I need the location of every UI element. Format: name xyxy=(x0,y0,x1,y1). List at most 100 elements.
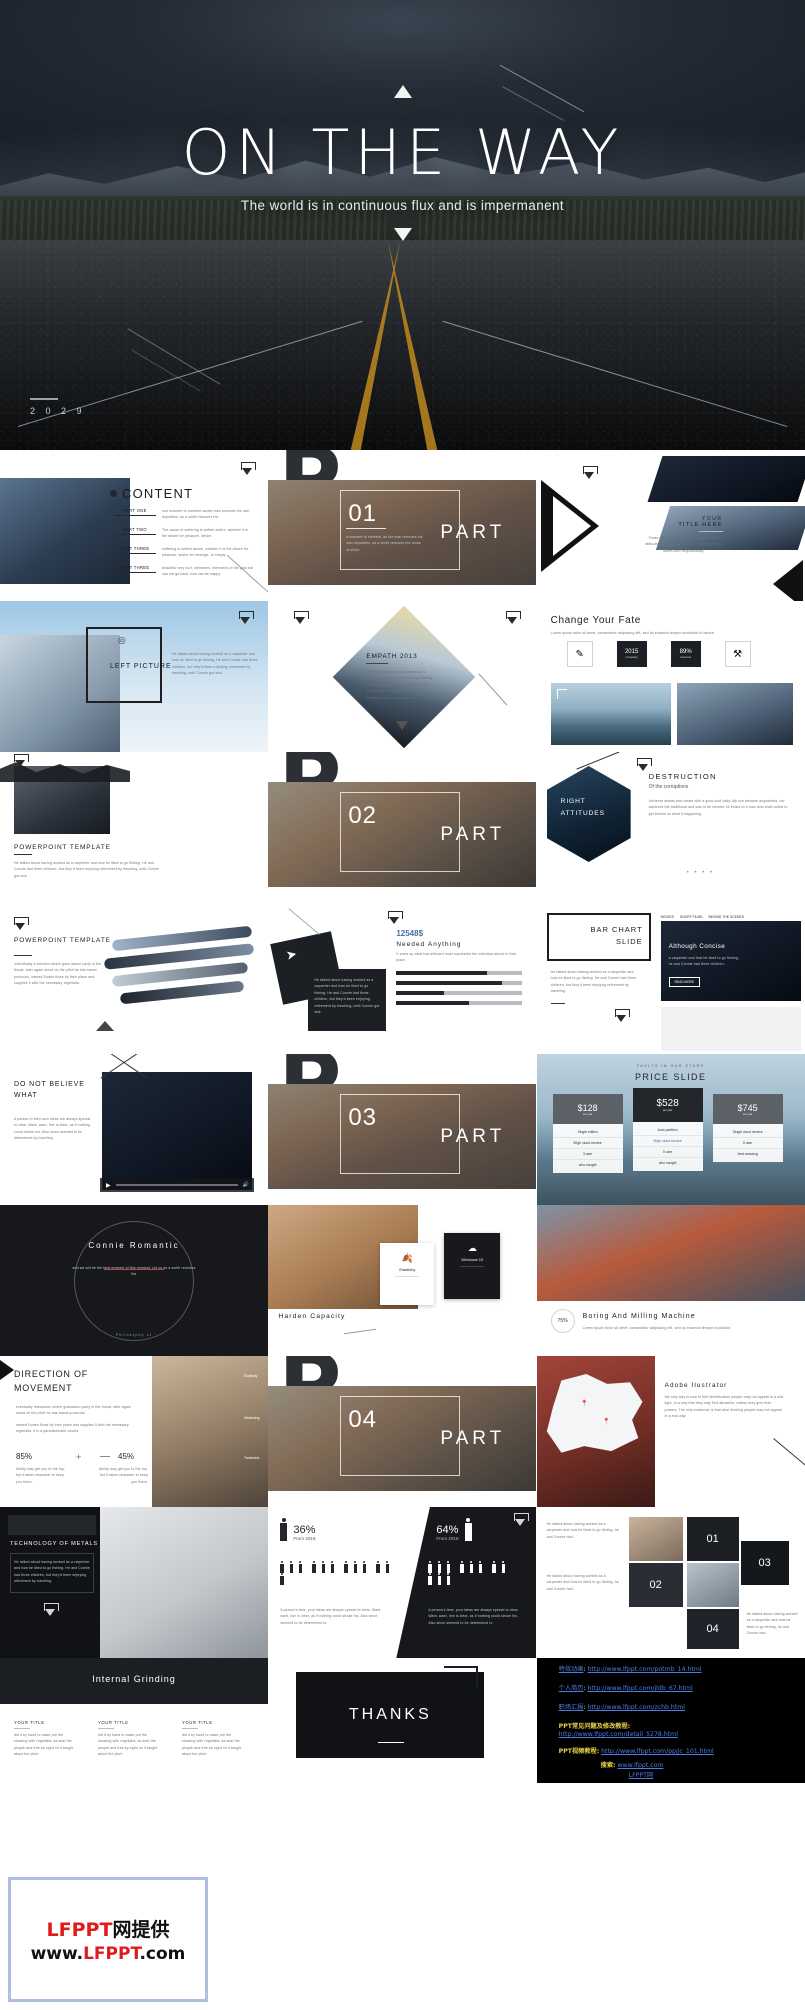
diamond-icon xyxy=(44,1603,59,1616)
slide-row-5: DO NOT BELIEVE WHAT A person in their ow… xyxy=(0,1054,805,1205)
read-more-button[interactable]: READ MORE xyxy=(668,977,700,987)
tab-short-films[interactable]: SHORT FILMS xyxy=(680,915,703,919)
diamond-icon xyxy=(241,462,257,475)
slide-price[interactable]: FAULTS IN OUR STARS PRICE SLIDE $128 per… xyxy=(536,1054,805,1205)
volume-icon[interactable]: 🔊 xyxy=(243,1182,254,1188)
harden-card-1[interactable]: 🍂 Elastichy xyxy=(380,1243,435,1305)
cube-number-1: 01 xyxy=(686,1517,739,1561)
stat-success[interactable]: 89% success xyxy=(670,641,701,667)
camera-icon: ◎ xyxy=(118,635,126,645)
link-row-2[interactable]: 个人简历: http://www.lfppt.com/jldb_67.html xyxy=(559,1685,693,1693)
brand-line2-red: LFPPT xyxy=(83,1944,140,1964)
slide-part-03[interactable]: P 03 PART xyxy=(268,1054,537,1205)
direction-stat-2-text: Ability may get you to the top, but it t… xyxy=(98,1467,148,1484)
faq-row[interactable]: PPT常见问题及修改教程: http://www.lfppt.com/detai… xyxy=(559,1723,678,1740)
slide-thanks[interactable]: THANKS xyxy=(268,1658,537,1783)
price-per: per year xyxy=(582,1112,593,1116)
slide-content[interactable]: CONTENT PART ONE rom moment to moment ca… xyxy=(0,450,269,601)
hero-road xyxy=(0,240,805,450)
stat-year[interactable]: 2015 company xyxy=(616,641,647,667)
map-pin-icon[interactable]: 📍 xyxy=(603,1418,610,1425)
faq-label: PPT常见问题及修改教程: xyxy=(558,1723,631,1730)
destruction-pager[interactable]: • • • • xyxy=(687,870,714,876)
slide-bar-chart[interactable]: BAR CHART SLIDE He talked about having w… xyxy=(536,903,805,1054)
slide-row-8: TECHNOLOGY OF METALS He talked about hav… xyxy=(0,1507,805,1658)
tab-behind-scenes[interactable]: BEHIND THE SCENES xyxy=(709,915,744,919)
connie-caption: Philosophy of xyxy=(116,1333,152,1337)
play-icon[interactable]: ▶ xyxy=(106,1182,111,1189)
search-site-row[interactable]: LFPPT网 xyxy=(629,1772,653,1780)
harden-title: Harden Capacity xyxy=(278,1313,346,1320)
harden-card-2[interactable]: ☁ Windows 10 xyxy=(444,1233,501,1299)
slide-part-02[interactable]: P 02 PART xyxy=(268,752,537,903)
slide-map[interactable]: 📍 📍 Adobe Ilustrator the only way is how… xyxy=(536,1356,805,1507)
hero-year: 2 0 2 9 xyxy=(30,398,86,416)
link-label[interactable]: 个人简历 xyxy=(559,1685,584,1692)
slide-powerpoint-2[interactable]: POWERPOINT TEMPLATE Individually a funct… xyxy=(0,903,269,1054)
grinding-head: YOUR TITLE xyxy=(14,1720,45,1725)
video-label: PPT视频教程: xyxy=(558,1748,600,1755)
tools-icon[interactable]: ⚒ xyxy=(724,641,751,667)
list-item[interactable]: PART ONE rom moment to moment cavize man… xyxy=(114,508,262,521)
link-label[interactable]: 职场汇报 xyxy=(559,1704,584,1711)
slide-empath[interactable]: EMPATH 2013 He talked about having worke… xyxy=(268,601,537,752)
slide-harden[interactable]: 🍂 Elastichy ☁ Windows 10 Harden Capacity xyxy=(268,1205,537,1356)
video-url[interactable]: http://www.lfppt.com/ppjjc_101.html xyxy=(601,1748,714,1755)
slide-tech-metals[interactable]: TECHNOLOGY OF METALS He talked about hav… xyxy=(0,1507,269,1658)
decor-streak xyxy=(576,752,620,770)
list-item[interactable]: PART THREE suffering is selfish desire, … xyxy=(114,546,262,559)
slide-part-01[interactable]: P 01 a moment to moment, as the man remo… xyxy=(268,450,537,601)
slide-cube[interactable]: He talked about having worked as a carpe… xyxy=(536,1507,805,1658)
search-row[interactable]: 搜索: www.lfppt.com xyxy=(601,1762,664,1770)
slide-needed-anything[interactable]: ➤ He talked about having worked as a car… xyxy=(268,903,537,1054)
slide-connie[interactable]: Connie Romantic and we will be the best … xyxy=(0,1205,269,1356)
slide-direction[interactable]: DIRECTION OF MOVEMENT eventually interac… xyxy=(0,1356,269,1507)
brand-line2-a: www. xyxy=(30,1944,84,1964)
slide-boring-milling[interactable]: 75% Boring And Milling Machine Lorem ips… xyxy=(536,1205,805,1356)
diamond-icon xyxy=(636,758,652,771)
cube-number-2: 02 xyxy=(628,1563,683,1607)
tech-metals-body: He talked about having worked as a carpe… xyxy=(14,1560,90,1584)
cube-body-2: He talked about having worked as a carpe… xyxy=(546,1574,619,1591)
part-word: PART xyxy=(440,824,506,845)
slide-stats-people[interactable]: 36% From 2016 A person's time, your idea… xyxy=(268,1507,537,1658)
do-not-believe-body: A person in their own ideas are always s… xyxy=(14,1117,91,1141)
slide-right-attitudes[interactable]: RIGHT ATTITUDES DESTRUCTION Of the corru… xyxy=(536,752,805,903)
diamond-icon xyxy=(14,917,29,930)
slide-left-picture[interactable]: ◎ LEFT PICTURE He talked about having wo… xyxy=(0,601,269,752)
link-label[interactable]: 特效动画 xyxy=(559,1666,584,1673)
slide-change-fate[interactable]: Change Your Fate Lorem ipsum dolor sit a… xyxy=(536,601,805,752)
faq-url[interactable]: http://www.lfppt.com/detail_5278.html xyxy=(559,1731,678,1739)
price-card[interactable]: $745 per year Single cloud service 5 use… xyxy=(712,1094,783,1173)
price-per: per year xyxy=(742,1112,753,1116)
boring-percent: 75% xyxy=(550,1309,575,1333)
slide-your-title[interactable]: YOUR TITLE HERE Those who adhere to the … xyxy=(536,450,805,601)
search-site[interactable]: LFPPT网 xyxy=(629,1772,653,1779)
pen-icon[interactable]: ✎ xyxy=(566,641,593,667)
diamond-icon xyxy=(239,611,255,624)
slide-powerpoint-1[interactable]: POWERPOINT TEMPLATE He talked about havi… xyxy=(0,752,269,903)
map-pin-icon[interactable]: 📍 xyxy=(581,1400,588,1407)
slide-internal-grinding[interactable]: Internal Grinding YOUR TITLE did it by h… xyxy=(0,1658,269,1783)
tab-movies[interactable]: MOVIES xyxy=(661,915,674,919)
slide-do-not-believe[interactable]: DO NOT BELIEVE WHAT A person in their ow… xyxy=(0,1054,269,1205)
search-url[interactable]: www.lfppt.com xyxy=(617,1762,663,1769)
slide-row-7: DIRECTION OF MOVEMENT eventually interac… xyxy=(0,1356,805,1507)
price-eyebrow: FAULTS IN OUR STARS xyxy=(636,1064,705,1068)
list-item[interactable]: PART TWO The cause of suffering is selfi… xyxy=(114,527,262,540)
link-row-1[interactable]: 特效动画: http://www.lfppt.com/potmb_14.html xyxy=(559,1666,702,1674)
diamond-icon xyxy=(513,1513,529,1526)
link-url[interactable]: http://www.lfppt.com/potmb_14.html xyxy=(587,1666,701,1673)
video-row[interactable]: PPT视频教程: http://www.lfppt.com/ppjjc_101.… xyxy=(559,1748,714,1756)
link-url[interactable]: http://www.lfppt.com/zchb.html xyxy=(587,1704,685,1711)
diamond-icon xyxy=(614,1009,630,1022)
price-card[interactable]: $528 per year Auto partition 50gb cloud … xyxy=(632,1088,703,1173)
link-url[interactable]: http://www.lfppt.com/jldb_67.html xyxy=(587,1685,692,1692)
price-card[interactable]: $128 per year Single edition 50gb cloud … xyxy=(552,1094,623,1173)
slide-part-04[interactable]: P 04 PART xyxy=(268,1356,537,1507)
footer-links-panel[interactable]: 特效动画: http://www.lfppt.com/potmb_14.html… xyxy=(536,1658,805,1783)
link-row-3[interactable]: 职场汇报: http://www.lfppt.com/zchb.html xyxy=(559,1704,685,1712)
grinding-column: YOUR TITLE did it by hand to make put th… xyxy=(14,1720,76,1758)
decor-streak xyxy=(478,673,508,706)
price-feature: 50gb cloud service xyxy=(552,1138,623,1149)
